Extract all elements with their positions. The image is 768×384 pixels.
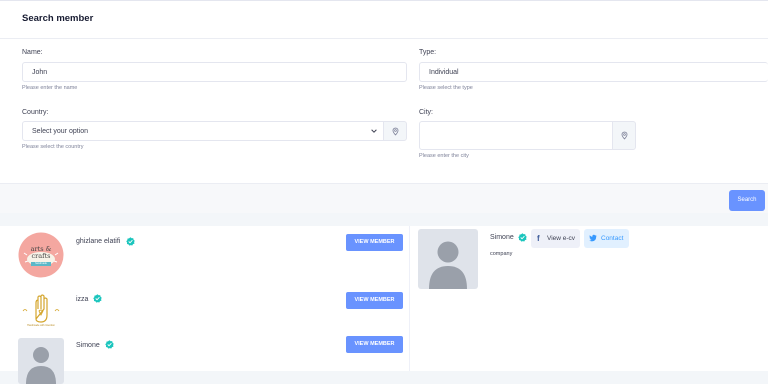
country-select[interactable]: Select your option bbox=[22, 121, 384, 141]
verified-badge-icon bbox=[126, 237, 135, 246]
card-header: Search member bbox=[0, 1, 768, 39]
city-hint: Please enter the city bbox=[419, 153, 469, 159]
country-label: Country: bbox=[22, 109, 49, 116]
member-logo-arts-crafts: arts & crafts handmade bbox=[18, 232, 64, 278]
member-name[interactable]: izza bbox=[76, 296, 88, 303]
member-name[interactable]: Simone bbox=[76, 342, 100, 349]
twitter-icon bbox=[589, 234, 597, 242]
chevron-down-icon bbox=[371, 129, 377, 133]
view-member-button[interactable]: VIEW MEMBER bbox=[346, 292, 403, 309]
city-location-addon bbox=[612, 121, 636, 150]
type-hint: Please select the type bbox=[419, 85, 473, 91]
avatar bbox=[418, 229, 478, 289]
type-input[interactable]: Individual bbox=[419, 62, 768, 82]
results-panel: arts & crafts handmade ghizlane elatifi … bbox=[0, 226, 768, 384]
view-member-button[interactable]: VIEW MEMBER bbox=[346, 234, 403, 251]
search-card: Search member Name: John Please enter th… bbox=[0, 0, 768, 213]
view-member-button[interactable]: VIEW MEMBER bbox=[346, 336, 403, 353]
city-input[interactable] bbox=[419, 121, 613, 150]
divider bbox=[409, 226, 410, 371]
city-label: City: bbox=[419, 109, 433, 116]
search-form: Name: John Please enter the name Type: I… bbox=[0, 39, 768, 183]
avatar bbox=[18, 338, 64, 384]
name-label: Name: bbox=[22, 49, 43, 56]
search-button[interactable]: Search bbox=[729, 190, 765, 211]
contact-button[interactable]: Contact bbox=[584, 229, 629, 248]
member-logo-handmade: Handmade with Intention bbox=[18, 289, 64, 329]
country-hint: Please select the country bbox=[22, 144, 84, 150]
card-footer: Search bbox=[0, 183, 768, 213]
map-pin-icon bbox=[621, 131, 628, 140]
page-title: Search member bbox=[22, 13, 94, 24]
verified-badge-icon bbox=[105, 340, 114, 349]
country-select-value: Select your option bbox=[32, 128, 89, 135]
name-input[interactable]: John bbox=[22, 62, 407, 82]
member-type: company bbox=[490, 251, 513, 257]
member-name[interactable]: ghizlane elatifi bbox=[76, 238, 120, 245]
type-label: Type: bbox=[419, 49, 437, 56]
facebook-icon: f bbox=[537, 234, 540, 243]
country-location-addon bbox=[383, 121, 407, 141]
verified-badge-icon bbox=[93, 294, 102, 303]
member-name: Simone bbox=[490, 234, 514, 241]
name-hint: Please enter the name bbox=[22, 85, 78, 91]
verified-badge-icon bbox=[518, 233, 527, 242]
view-ecv-button[interactable]: f View e-cv bbox=[531, 229, 580, 248]
map-pin-icon bbox=[392, 127, 399, 136]
